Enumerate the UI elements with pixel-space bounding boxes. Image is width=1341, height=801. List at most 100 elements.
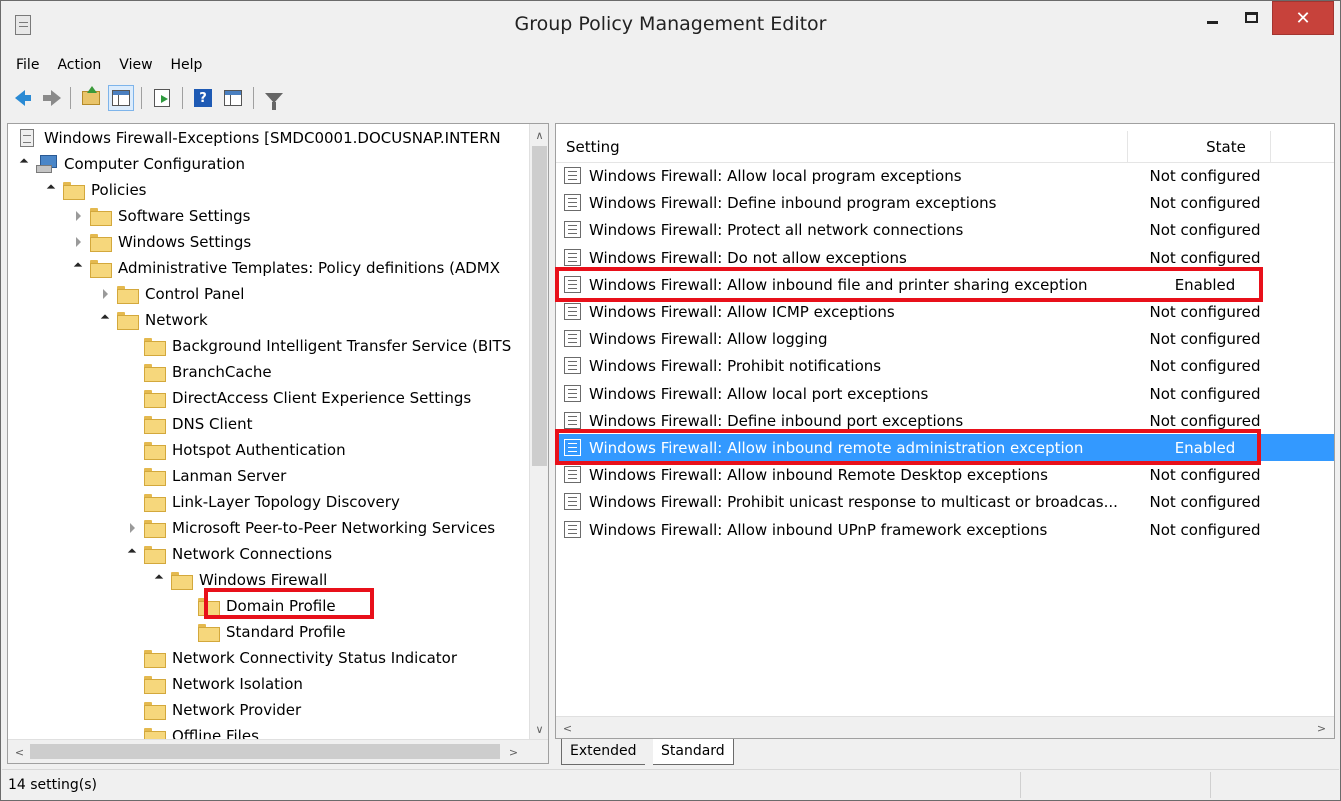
tree-hscroll-thumb[interactable] [30,744,500,759]
title-bar[interactable]: Group Policy Management Editor ✕ [1,1,1340,49]
tree-item[interactable]: Windows Settings [72,229,251,255]
help-button[interactable]: ? [190,85,216,111]
back-button[interactable] [7,85,33,111]
forward-button[interactable] [37,85,63,111]
gpo-icon [20,129,34,147]
tree-item[interactable]: DirectAccess Client Experience Settings [126,385,471,411]
table-row[interactable]: Windows Firewall: Do not allow exception… [556,244,1334,271]
collapsed-arrow-icon[interactable] [99,288,111,300]
tree-item[interactable]: Software Settings [72,203,250,229]
table-row[interactable]: Windows Firewall: Allow ICMP exceptions N… [556,298,1334,325]
scroll-right-icon[interactable]: > [1312,719,1331,737]
tree-item[interactable]: Microsoft Peer-to-Peer Networking Servic… [126,515,495,541]
scroll-up-icon[interactable]: ∧ [530,126,548,144]
collapsed-arrow-icon[interactable] [72,236,84,248]
tree-item[interactable]: Lanman Server [126,463,286,489]
tree-item[interactable]: Standard Profile [180,619,346,645]
setting-name: Windows Firewall: Allow inbound file and… [589,275,1088,294]
forward-arrow-icon [43,90,61,106]
table-row[interactable]: Windows Firewall: Allow inbound file and… [556,271,1334,298]
expanded-arrow-icon[interactable] [126,548,138,560]
tree-item[interactable]: Windows Firewall [153,567,327,593]
tree-scroll-thumb[interactable] [532,146,547,466]
tree-item[interactable]: BranchCache [126,359,272,385]
table-row[interactable]: Windows Firewall: Allow inbound Remote D… [556,461,1334,488]
export-list-button[interactable] [149,85,175,111]
expanded-arrow-icon[interactable] [72,262,84,274]
tree-item[interactable]: Background Intelligent Transfer Service … [126,333,511,359]
tree-horizontal-scrollbar[interactable]: < > [8,739,548,763]
close-button[interactable]: ✕ [1272,1,1334,35]
setting-name: Windows Firewall: Allow local port excep… [589,384,929,403]
status-text: 14 setting(s) [8,777,98,793]
up-one-level-button[interactable] [78,85,104,111]
setting-state: Not configured [1149,248,1261,267]
tree-item[interactable]: Domain Profile [180,593,336,619]
toolbar-separator [253,87,254,109]
policy-setting-icon [564,249,581,266]
menu-help[interactable]: Help [162,53,212,77]
table-row[interactable]: Windows Firewall: Protect all network co… [556,216,1334,243]
table-row[interactable]: Windows Firewall: Define inbound port ex… [556,407,1334,434]
maximize-button[interactable] [1233,1,1269,33]
tree-item[interactable]: Network Provider [126,697,301,723]
scroll-left-icon[interactable]: < [10,743,29,761]
column-divider[interactable] [1127,131,1128,163]
tree-item[interactable]: DNS Client [126,411,253,437]
tab-extended[interactable]: Extended [561,739,645,765]
setting-name: Windows Firewall: Allow inbound Remote D… [589,465,1048,484]
show-hide-console-tree-button[interactable] [108,85,134,111]
maximize-icon [1244,11,1258,23]
tab-standard[interactable]: Standard [653,739,734,765]
column-header-setting[interactable]: Setting [566,138,620,156]
tree-item[interactable]: Link-Layer Topology Discovery [126,489,400,515]
collapsed-arrow-icon[interactable] [72,210,84,222]
tree-item[interactable]: Policies [45,177,146,203]
table-row[interactable]: Windows Firewall: Prohibit notifications… [556,352,1334,379]
back-arrow-icon [15,90,31,106]
minimize-button[interactable] [1193,1,1231,33]
show-hide-action-pane-button[interactable] [220,85,246,111]
tree-item[interactable]: Administrative Templates: Policy definit… [72,255,500,281]
tree-item[interactable]: Windows Firewall-Exceptions [SMDC0001.DO… [20,125,501,151]
column-header-state[interactable]: State [1182,138,1270,156]
table-row[interactable]: Windows Firewall: Prohibit unicast respo… [556,488,1334,515]
table-row[interactable]: Windows Firewall: Allow inbound UPnP fra… [556,516,1334,543]
folder-icon [198,598,220,616]
setting-name: Windows Firewall: Allow local program ex… [589,166,962,185]
scroll-left-icon[interactable]: < [558,719,577,737]
minimize-icon [1206,20,1218,24]
tree-item[interactable]: Network Connections [126,541,332,567]
expanded-arrow-icon[interactable] [153,574,165,586]
setting-state: Not configured [1149,492,1261,511]
table-row[interactable]: Windows Firewall: Define inbound program… [556,189,1334,216]
tree-item[interactable]: Control Panel [99,281,244,307]
tree-item[interactable]: Network Isolation [126,671,303,697]
scroll-right-icon[interactable]: > [504,743,523,761]
tree-item[interactable]: Hotspot Authentication [126,437,346,463]
collapsed-arrow-icon[interactable] [126,522,138,534]
list-horizontal-scrollbar[interactable]: < > [556,716,1334,738]
computer-icon [36,155,57,173]
tree-item-label: Lanman Server [172,467,287,485]
column-divider[interactable] [1270,131,1271,163]
tree-item[interactable]: Network [99,307,208,333]
expanded-arrow-icon[interactable] [45,184,57,196]
scroll-down-icon[interactable]: ∨ [530,720,548,738]
folder-icon [90,208,112,226]
filter-button[interactable] [261,85,287,111]
tree-vertical-scrollbar[interactable]: ∧ ∨ [529,124,548,740]
table-row[interactable]: Windows Firewall: Allow local program ex… [556,162,1334,189]
setting-name: Windows Firewall: Define inbound port ex… [589,411,964,430]
tree-item[interactable]: Network Connectivity Status Indicator [126,645,457,671]
tree-item[interactable]: Offline Files [126,723,259,740]
table-row[interactable]: Windows Firewall: Allow logging Not confi… [556,325,1334,352]
expanded-arrow-icon[interactable] [18,158,30,170]
table-row[interactable]: Windows Firewall: Allow local port excep… [556,380,1334,407]
menu-file[interactable]: File [7,53,48,77]
menu-action[interactable]: Action [48,53,110,77]
table-row[interactable]: Windows Firewall: Allow inbound remote a… [556,434,1334,461]
tree-item[interactable]: Computer Configuration [18,151,245,177]
menu-view[interactable]: View [110,53,161,77]
expanded-arrow-icon[interactable] [99,314,111,326]
